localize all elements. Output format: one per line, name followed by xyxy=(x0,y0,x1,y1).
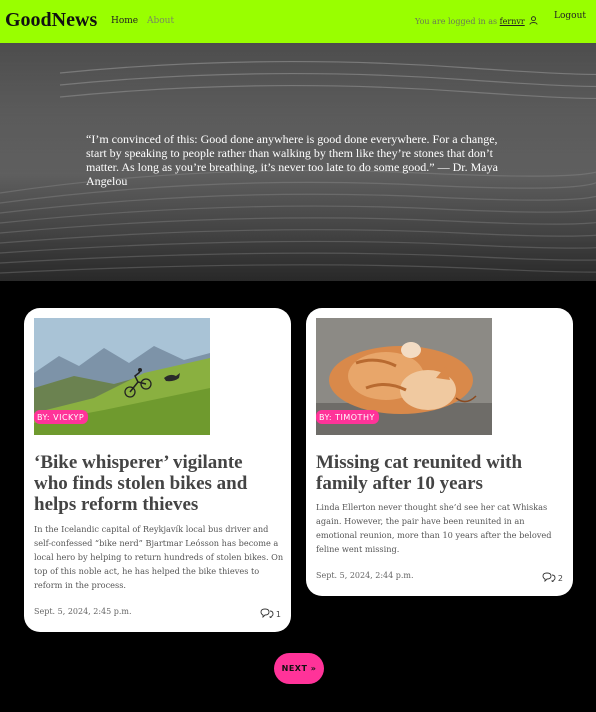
comments-icon xyxy=(542,572,556,584)
post-excerpt: Linda Ellerton never thought she’d see h… xyxy=(316,502,552,554)
post-card[interactable]: BY: VICKYP ‘Bike whisperer’ vigilante wh… xyxy=(24,308,291,632)
username-link[interactable]: fernvr xyxy=(500,17,525,26)
post-title[interactable]: ‘Bike whisperer’ vigilante who finds sto… xyxy=(34,452,274,515)
comment-count[interactable]: 1 xyxy=(260,608,281,620)
post-excerpt: In the Icelandic capital of Reykjavík lo… xyxy=(34,524,284,590)
user-icon xyxy=(529,16,538,27)
post-date: Sept. 5, 2024, 2:44 p.m. xyxy=(316,571,414,580)
author-badge[interactable]: BY: TIMOTHY xyxy=(316,410,379,424)
comments-icon xyxy=(260,608,274,620)
comment-count-value: 2 xyxy=(557,573,563,583)
post-card[interactable]: BY: TIMOTHY Missing cat reunited with fa… xyxy=(306,308,573,596)
post-title[interactable]: Missing cat reunited with family after 1… xyxy=(316,452,556,494)
author-badge[interactable]: BY: VICKYP xyxy=(34,410,89,424)
next-page-button[interactable]: NEXT » xyxy=(274,653,324,684)
comment-count-value: 1 xyxy=(275,609,281,619)
post-date: Sept. 5, 2024, 2:45 p.m. xyxy=(34,607,132,616)
brand-logo[interactable]: GoodNews xyxy=(5,9,97,32)
hero-banner: “I’m convinced of this: Good done anywhe… xyxy=(0,43,596,281)
nav-home-link[interactable]: Home xyxy=(111,16,138,26)
hero-quote: “I’m convinced of this: Good done anywhe… xyxy=(86,132,498,188)
comment-count[interactable]: 2 xyxy=(542,572,563,584)
top-navbar: GoodNews Home About You are logged in as… xyxy=(0,0,596,43)
login-status: You are logged in as fernvr xyxy=(415,16,538,27)
logout-link[interactable]: Logout xyxy=(554,11,586,21)
nav-about-link[interactable]: About xyxy=(147,16,174,26)
login-status-text: You are logged in as xyxy=(415,17,498,26)
